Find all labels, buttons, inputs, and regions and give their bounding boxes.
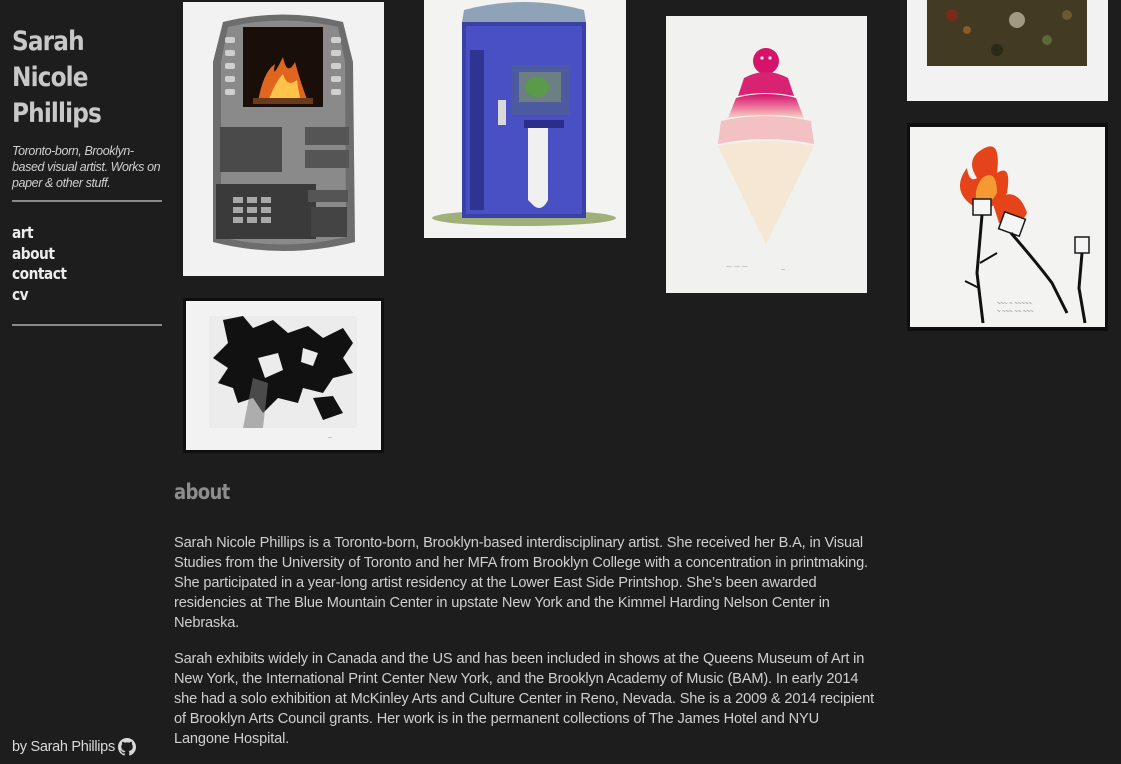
burning-marshmallows-image: ~~~ ~ ~~~~~ ~ ~~~ ~~ ~~~ — [907, 123, 1108, 331]
footer-credit: by Sarah Phillips — [12, 738, 136, 756]
artwork-forest-photo[interactable] — [907, 0, 1108, 101]
site-title[interactable]: Sarah Nicole Phillips — [12, 24, 167, 132]
about-text: Sarah Nicole Phillips is a Toronto-born,… — [174, 533, 878, 764]
svg-text:~: ~ — [781, 267, 785, 274]
sidebar: Sarah Nicole Phillips Toronto-born, Broo… — [12, 24, 162, 326]
svg-text:— — —: — — — — [726, 264, 747, 270]
artwork-ice-cream-cone[interactable]: — — — ~ — [666, 16, 867, 293]
github-icon[interactable] — [117, 738, 136, 756]
divider — [12, 200, 162, 202]
artwork-burning-marshmallows[interactable]: ~~~ ~ ~~~~~ ~ ~~~ ~~ ~~~ — [907, 123, 1108, 331]
artwork-atm-fireplace[interactable] — [183, 2, 384, 276]
nav-item-art[interactable]: art — [12, 223, 141, 244]
nav-item-cv[interactable]: cv — [12, 285, 141, 306]
nav-item-about[interactable]: about — [12, 244, 141, 265]
site-title-line: Phillips — [12, 98, 102, 129]
site-title-line: Nicole — [12, 62, 89, 93]
site-title-line: Sarah — [12, 26, 85, 57]
about-paragraph: Sarah Nicole Phillips is a Toronto-born,… — [174, 535, 868, 631]
ice-cream-cone-image: — — — ~ — [666, 16, 867, 293]
page: Sarah Nicole Phillips Toronto-born, Broo… — [0, 0, 1121, 764]
about-paragraph: Sarah exhibits widely in Canada and the … — [174, 651, 874, 747]
credit-text: by Sarah Phillips — [12, 739, 115, 755]
forest-photo-image — [907, 0, 1108, 101]
svg-text:~: ~ — [328, 435, 332, 442]
main-nav: art about contact cv — [12, 223, 162, 305]
about-heading: about — [174, 480, 230, 504]
portable-toilet-atm-image — [424, 0, 626, 238]
site-tagline: Toronto-born, Brooklyn-based visual arti… — [12, 144, 161, 190]
svg-text:~ ~~~ ~~ ~~~: ~ ~~~ ~~ ~~~ — [997, 309, 1034, 315]
atm-fireplace-image — [183, 2, 384, 276]
svg-text:~~~ ~ ~~~~~: ~~~ ~ ~~~~~ — [997, 301, 1032, 307]
artwork-portable-toilet-atm[interactable] — [424, 0, 626, 238]
black-white-abstract-image: ~ — [183, 298, 384, 453]
divider — [12, 324, 162, 326]
nav-item-contact[interactable]: contact — [12, 264, 141, 285]
artwork-black-white-abstract[interactable]: ~ — [183, 298, 384, 453]
